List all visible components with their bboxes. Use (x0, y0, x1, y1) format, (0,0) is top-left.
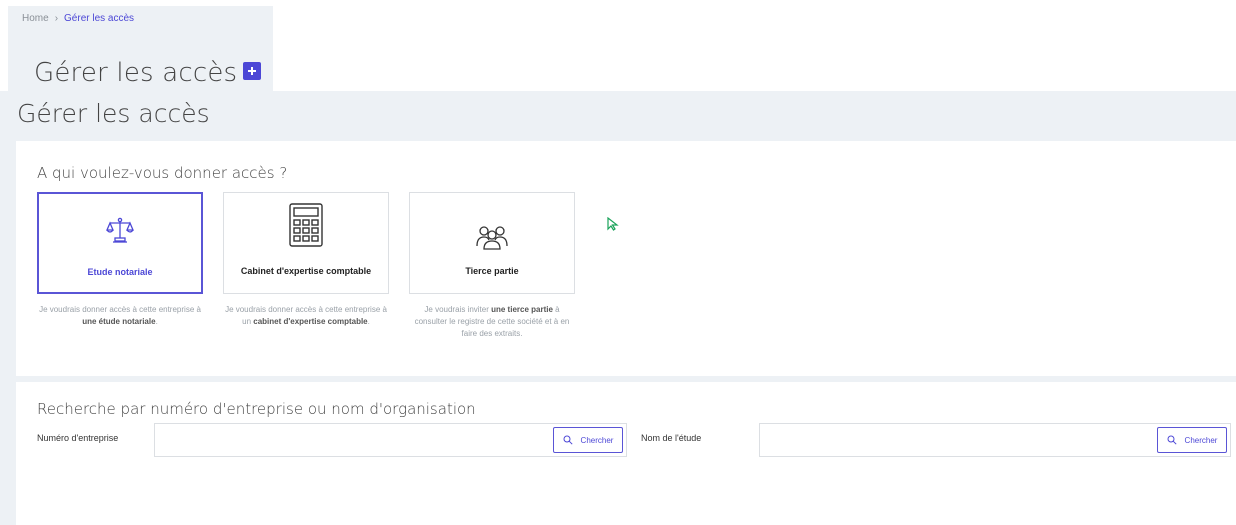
company-number-search-button[interactable]: Chercher (553, 427, 623, 453)
study-name-label: Nom de l'étude (641, 433, 702, 443)
card-etude-notariale[interactable]: Etude notariale (37, 192, 203, 294)
card-description: Je voudrais donner accès à cette entrepr… (223, 304, 389, 328)
card-label: Tierce partie (465, 266, 519, 276)
section-header: Gérer les accès (0, 91, 1236, 141)
search-button-label: Chercher (1184, 435, 1218, 445)
card-desc-bold: une tierce partie (491, 305, 553, 314)
section-divider (16, 376, 1236, 382)
company-number-field: Chercher (154, 423, 627, 457)
calculator-icon (224, 203, 388, 247)
company-number-label: Numéro d'entreprise (37, 433, 119, 443)
card-desc-bold: cabinet d'expertise comptable (253, 317, 368, 326)
page-title-text: Gérer les accès (34, 58, 238, 88)
breadcrumb-home[interactable]: Home (22, 13, 49, 24)
card-tierce-partie[interactable]: Tierce partie (409, 192, 575, 294)
card-desc-text: Je voudrais inviter (424, 305, 492, 314)
study-name-field: Chercher (759, 423, 1231, 457)
card-desc-end: . (155, 317, 158, 326)
breadcrumb-separator: › (54, 13, 59, 24)
mouse-cursor-icon (607, 217, 619, 231)
section-title: Gérer les accès (17, 99, 210, 128)
search-icon (563, 435, 573, 445)
card-description: Je voudrais inviter une tierce partie à … (409, 304, 575, 340)
scales-icon (39, 208, 201, 252)
people-group-icon (410, 215, 574, 259)
page-title: Gérer les accès (34, 58, 262, 88)
card-label: Cabinet d'expertise comptable (240, 266, 372, 276)
card-desc-end: . (367, 317, 370, 326)
breadcrumb: Home › Gérer les accès (22, 13, 134, 24)
search-button-label: Chercher (580, 435, 614, 445)
header-panel: Home › Gérer les accès Gérer les accès (8, 6, 273, 92)
study-name-search-button[interactable]: Chercher (1157, 427, 1227, 453)
search-section-title: Recherche par numéro d'entreprise ou nom… (37, 400, 476, 418)
access-question: A qui voulez-vous donner accès ? (37, 164, 288, 182)
card-desc-text: Je voudrais donner accès à cette entrepr… (39, 305, 201, 314)
left-gutter (0, 141, 16, 525)
search-icon (1167, 435, 1177, 445)
card-label: Etude notariale (87, 267, 153, 277)
card-desc-bold: une étude notariale (82, 317, 156, 326)
breadcrumb-current[interactable]: Gérer les accès (64, 13, 134, 24)
add-button[interactable] (243, 61, 262, 80)
card-description: Je voudrais donner accès à cette entrepr… (37, 304, 203, 328)
card-cabinet-expertise[interactable]: Cabinet d'expertise comptable (223, 192, 389, 294)
